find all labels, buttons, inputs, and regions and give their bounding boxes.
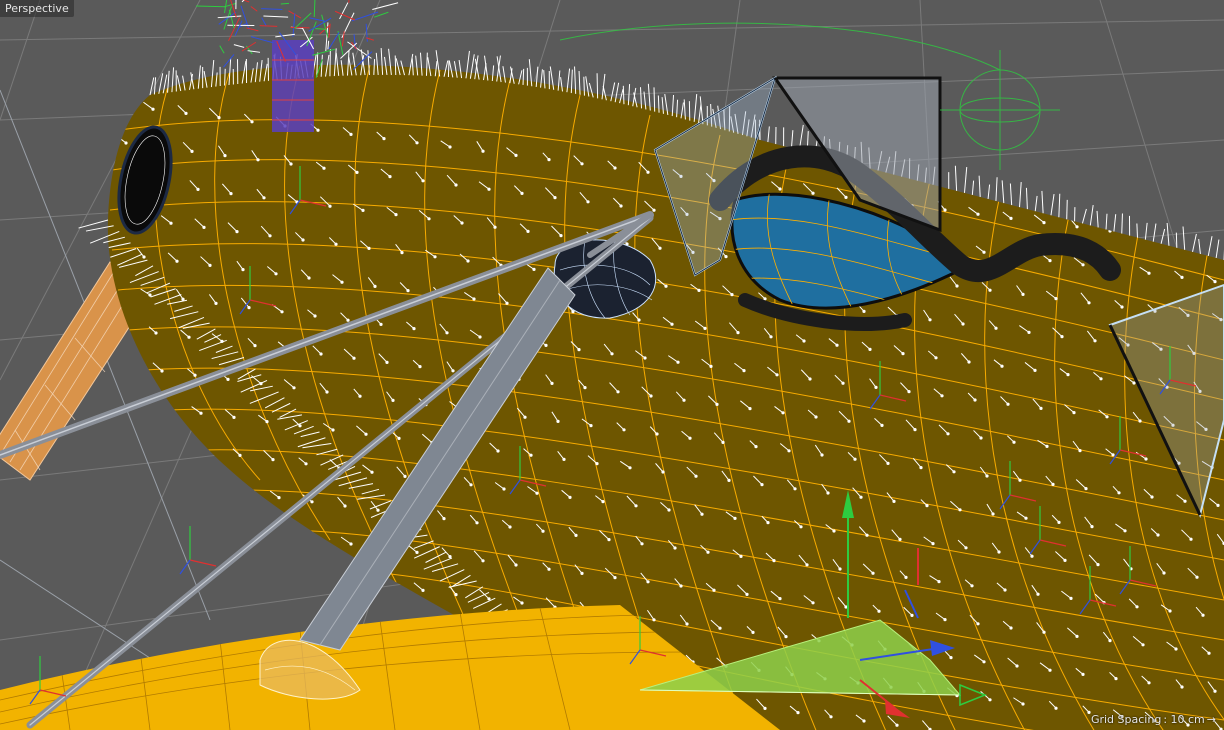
null-object-icon[interactable] [179, 526, 217, 575]
grid-spacing-label: Grid Spacing [1090, 713, 1162, 726]
grid-spacing-readout: Grid Spacing : 10 cm → [1091, 713, 1216, 726]
view-label[interactable]: Perspective [0, 0, 74, 17]
fuselage-mesh[interactable] [78, 48, 1224, 730]
viewport-scene[interactable] [0, 0, 1224, 730]
3d-viewport[interactable]: Perspective Grid Spacing : 10 cm → [0, 0, 1224, 730]
grid-spacing-value: : 10 cm [1163, 713, 1205, 726]
grid-arrow-icon: → [1206, 713, 1216, 726]
